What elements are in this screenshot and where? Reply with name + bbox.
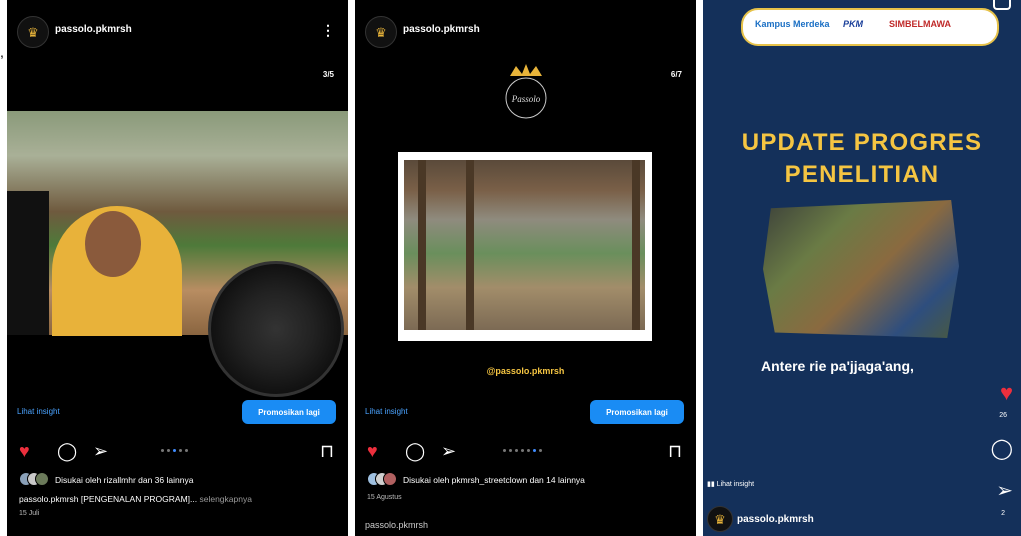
username[interactable]: passolo.pkmrsh — [403, 24, 480, 35]
action-bar: ♥ ◯ ➢ ⊓ — [355, 440, 696, 462]
carousel-dots — [503, 449, 542, 452]
photo-pillar — [632, 160, 640, 330]
view-insights-link[interactable]: Lihat insight — [17, 407, 60, 416]
post-panel-2: ♛ passolo.pkmrsh 6/7 Passolo @passolo.pk… — [355, 0, 696, 536]
carousel-dots — [161, 449, 188, 452]
like-count: 26 — [999, 412, 1007, 419]
crown-icon: ♛ — [27, 24, 39, 40]
username[interactable]: passolo.pkmrsh — [737, 514, 814, 525]
heart-icon[interactable]: ♥ — [19, 440, 30, 462]
post-date: 15 Agustus — [367, 494, 402, 501]
banner-item: Kampus Merdeka — [755, 19, 830, 29]
promote-again-button[interactable]: Promosikan lagi — [590, 400, 684, 424]
insight-label: Lihat insight — [716, 481, 755, 488]
photo-fan — [208, 261, 344, 397]
sponsor-banner: Kampus Merdeka PKM SIMBELMAWA — [741, 8, 999, 46]
caption: passolo.pkmrsh [PENGENALAN PROGRAM]... s… — [19, 494, 252, 504]
crown-icon: ♛ — [375, 24, 387, 40]
post-photo[interactable] — [7, 111, 348, 397]
photo-pillar — [466, 160, 474, 330]
reel-photo — [763, 200, 959, 338]
bar-chart-icon: ▮▮ — [707, 481, 715, 488]
banner-item: PKM — [843, 19, 863, 29]
post-panel-1: ♛ passolo.pkmrsh ⋮ 3/5 Lihat insight Pro… — [7, 0, 348, 536]
bookmark-icon[interactable]: ⊓ — [668, 440, 682, 462]
photo-woman-head — [85, 211, 141, 277]
post-header: ♛ passolo.pkmrsh — [355, 14, 696, 50]
comment-icon[interactable]: ◯ — [991, 436, 1013, 461]
comment-icon[interactable]: ◯ — [57, 440, 77, 462]
send-icon[interactable]: ➢ — [93, 440, 108, 462]
avatar[interactable]: ♛ — [17, 16, 49, 48]
more-options-icon[interactable]: ⋮ — [321, 22, 335, 39]
avatar[interactable]: ♛ — [707, 506, 733, 532]
see-more-link[interactable]: selengkapnya — [199, 494, 251, 504]
reel-subtitle: Antere rie pa'jjaga'ang, — [761, 358, 914, 374]
banner-item: SIMBELMAWA — [889, 19, 951, 29]
liked-by-text: Disukai oleh rizallmhr dan 36 lainnya — [55, 475, 194, 485]
liked-by-text: Disukai oleh pkmrsh_streetclown dan 14 l… — [403, 475, 585, 485]
camera-icon[interactable] — [993, 0, 1011, 10]
view-insights-link[interactable]: Lihat insight — [365, 407, 408, 416]
heart-icon[interactable]: ♥ — [367, 440, 378, 462]
crown-icon: ♛ — [714, 511, 726, 527]
reel-panel[interactable]: Kampus Merdeka PKM SIMBELMAWA UPDATE PRO… — [703, 0, 1021, 536]
send-icon[interactable]: ➢ — [441, 440, 456, 462]
next-post-username: passolo.pkmrsh — [365, 520, 429, 530]
caption-username[interactable]: passolo.pkmrsh — [19, 494, 79, 504]
post-photo — [404, 160, 645, 330]
stray-quote-mark: , — [0, 44, 4, 60]
reel-title-line: PENELITIAN — [784, 161, 940, 188]
photo-person-left — [7, 191, 49, 335]
reel-title-line: UPDATE PROGRES — [741, 129, 983, 156]
username[interactable]: passolo.pkmrsh — [55, 24, 132, 35]
caption-text: [PENGENALAN PROGRAM]... — [80, 494, 198, 504]
passolo-logo: Passolo — [505, 64, 547, 119]
post-photo-frame[interactable] — [398, 152, 652, 341]
avatar[interactable]: ♛ — [365, 16, 397, 48]
reel-title: UPDATE PROGRES PENELITIAN — [703, 127, 1021, 191]
carousel-counter: 6/7 — [670, 70, 682, 79]
liker-avatars — [19, 472, 49, 486]
account-handle: @passolo.pkmrsh — [486, 366, 565, 376]
comment-icon[interactable]: ◯ — [405, 440, 425, 462]
heart-icon[interactable]: ♥ — [1000, 380, 1013, 406]
promote-again-button[interactable]: Promosikan lagi — [242, 400, 336, 424]
share-count: 2 — [1001, 510, 1005, 517]
post-date: 15 Juli — [19, 510, 40, 517]
bookmark-icon[interactable]: ⊓ — [320, 440, 334, 462]
send-icon[interactable]: ➢ — [996, 478, 1013, 503]
action-bar: ♥ ◯ ➢ ⊓ — [7, 440, 348, 462]
logo-text: Passolo — [511, 94, 541, 104]
photo-pillar — [418, 160, 426, 330]
carousel-counter: 3/5 — [322, 70, 334, 79]
liker-avatars — [367, 472, 397, 486]
post-header: ♛ passolo.pkmrsh ⋮ — [7, 14, 348, 50]
view-insights-link[interactable]: ▮▮ Lihat insight — [707, 480, 754, 488]
